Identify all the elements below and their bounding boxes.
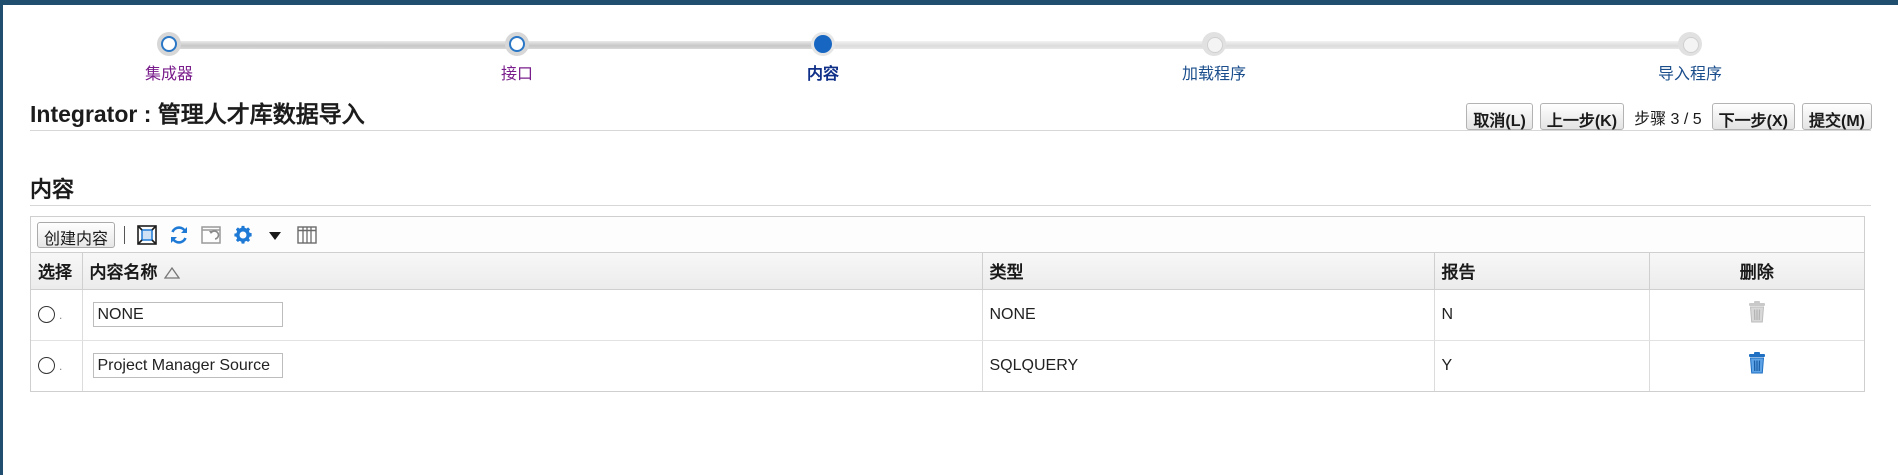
table-header-row: 选择 内容名称 类型 报告 删除 <box>31 253 1864 290</box>
process-train: 集成器 接口 内容 加载程序 导入程序 <box>0 5 1898 85</box>
title-divider <box>30 130 1871 131</box>
select-cell: . <box>31 340 83 391</box>
content-table-panel: 创建内容 选择 内容名称 类型 报告 删除 . NONE NONE N . Pr… <box>30 216 1865 392</box>
submit-button[interactable]: 提交(M) <box>1802 103 1872 130</box>
row-select-radio[interactable] <box>38 305 55 323</box>
trash-icon[interactable] <box>1747 351 1767 375</box>
header-delete: 删除 <box>1649 253 1864 290</box>
type-cell: SQLQUERY <box>982 340 1435 391</box>
content-table: 选择 内容名称 类型 报告 删除 . NONE NONE N . Project… <box>31 253 1864 391</box>
header-report: 报告 <box>1434 253 1650 290</box>
columns-icon[interactable] <box>294 222 320 248</box>
restore-icon[interactable] <box>198 222 224 248</box>
delete-cell <box>1649 340 1864 391</box>
name-cell <box>82 289 983 341</box>
table-row: . NONE N <box>31 289 1864 341</box>
header-type: 类型 <box>982 253 1435 290</box>
row-select-radio[interactable] <box>38 357 55 375</box>
header-content-name-label[interactable]: 内容名称 <box>90 263 158 282</box>
next-button[interactable]: 下一步(X) <box>1711 103 1795 130</box>
section-divider <box>30 205 1871 206</box>
content-name-input[interactable] <box>92 353 283 379</box>
train-step-label: 加载程序 <box>1181 66 1246 83</box>
create-content-button[interactable]: 创建内容 <box>37 221 116 248</box>
report-cell: Y <box>1434 340 1650 391</box>
step-indicator: 步骤 3 / 5 <box>1634 110 1702 128</box>
train-step-label[interactable]: 集成器 <box>69 60 269 84</box>
row-select-ellipsis: . <box>59 307 63 322</box>
name-cell <box>82 340 983 391</box>
type-cell: NONE <box>982 289 1435 341</box>
step-visited-icon <box>505 32 529 56</box>
step-pending-icon <box>1202 32 1226 56</box>
page-title: Integrator : 管理人才库数据导入 <box>30 101 365 127</box>
train-step-importer: 导入程序 <box>1590 32 1790 84</box>
step-current-icon <box>811 32 835 56</box>
row-select-ellipsis: . <box>59 358 63 373</box>
delete-cell <box>1649 289 1864 341</box>
section-title: 内容 <box>30 177 75 202</box>
train-actions: 取消(L) 上一步(K) 步骤 3 / 5 下一步(X) 提交(M) <box>1466 103 1872 130</box>
train-step-interface[interactable]: 接口 <box>417 32 617 84</box>
detach-icon[interactable] <box>134 222 160 248</box>
settings-gear-icon[interactable] <box>230 222 256 248</box>
dropdown-arrow-icon[interactable] <box>262 222 288 248</box>
train-step-label: 内容 <box>806 66 839 83</box>
train-step-loader: 加载程序 <box>1114 32 1314 84</box>
sort-ascending-icon[interactable] <box>163 264 180 284</box>
table-row: . SQLQUERY Y <box>31 340 1864 391</box>
header-content-name[interactable]: 内容名称 <box>82 253 983 290</box>
cancel-button[interactable]: 取消(L) <box>1466 103 1533 130</box>
trash-disabled-icon <box>1747 300 1767 324</box>
header-select: 选择 <box>31 253 83 290</box>
train-step-label[interactable]: 接口 <box>417 60 617 84</box>
train-step-content: 内容 <box>723 32 923 84</box>
train-step-label: 导入程序 <box>1657 66 1722 83</box>
back-button[interactable]: 上一步(K) <box>1539 103 1625 130</box>
train-step-integrator[interactable]: 集成器 <box>69 32 269 84</box>
report-cell: N <box>1434 289 1650 341</box>
step-visited-icon <box>157 32 181 56</box>
toolbar-separator <box>124 225 126 244</box>
table-toolbar: 创建内容 <box>31 217 1864 253</box>
refresh-icon[interactable] <box>166 222 192 248</box>
step-pending-icon <box>1678 32 1702 56</box>
select-cell: . <box>31 289 83 341</box>
content-name-input[interactable] <box>92 302 283 327</box>
